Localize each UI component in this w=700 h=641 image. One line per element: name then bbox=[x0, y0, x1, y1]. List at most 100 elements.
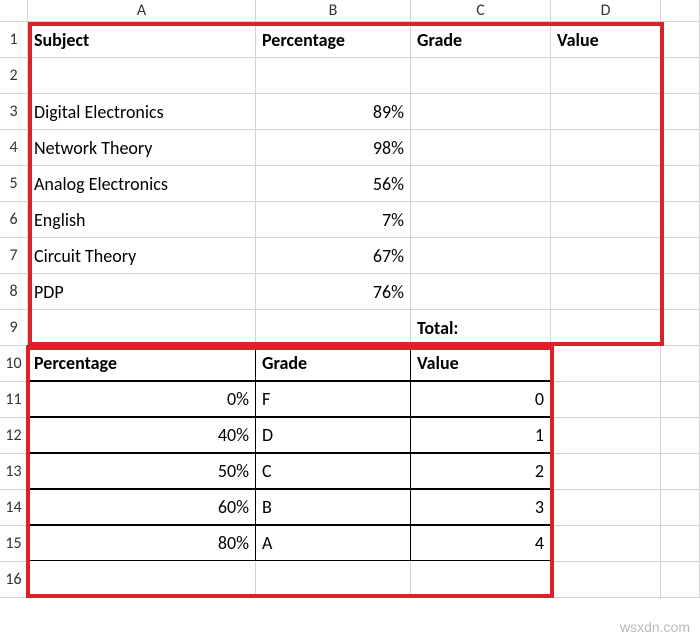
cell-c2[interactable] bbox=[411, 58, 551, 94]
cell-b8[interactable]: 76% bbox=[256, 274, 411, 310]
cell-c12[interactable]: 1 bbox=[410, 417, 551, 453]
cell-a5[interactable]: Analog Electronics bbox=[28, 166, 256, 202]
row-header-6[interactable]: 6 bbox=[0, 202, 28, 238]
cell-d14[interactable] bbox=[551, 490, 661, 526]
cell-d5[interactable] bbox=[551, 166, 661, 202]
row-header-15[interactable]: 15 bbox=[0, 526, 28, 562]
cell-d16[interactable] bbox=[551, 562, 661, 598]
cell-d4[interactable] bbox=[551, 130, 661, 166]
cell-b6[interactable]: 7% bbox=[256, 202, 411, 238]
cell-e12[interactable] bbox=[661, 418, 700, 454]
cell-e11[interactable] bbox=[661, 382, 700, 418]
cell-e13[interactable] bbox=[661, 454, 700, 490]
cell-c5[interactable] bbox=[411, 166, 551, 202]
cell-a2[interactable] bbox=[28, 58, 256, 94]
cell-a8[interactable]: PDP bbox=[28, 274, 256, 310]
cell-e5[interactable] bbox=[661, 166, 700, 202]
row-header-12[interactable]: 12 bbox=[0, 418, 28, 454]
cell-e4[interactable] bbox=[661, 130, 700, 166]
row-header-11[interactable]: 11 bbox=[0, 382, 28, 418]
cell-d15[interactable] bbox=[551, 526, 661, 562]
cell-d8[interactable] bbox=[551, 274, 661, 310]
cell-a6[interactable]: English bbox=[28, 202, 256, 238]
cell-c3[interactable] bbox=[411, 94, 551, 130]
row-header-8[interactable]: 8 bbox=[0, 274, 28, 310]
row-header-3[interactable]: 3 bbox=[0, 94, 28, 130]
cell-c15[interactable]: 4 bbox=[410, 525, 551, 561]
cell-b1[interactable]: Percentage bbox=[256, 22, 411, 58]
cell-d13[interactable] bbox=[551, 454, 661, 490]
cell-d12[interactable] bbox=[551, 418, 661, 454]
cell-c7[interactable] bbox=[411, 238, 551, 274]
cell-b10[interactable]: Grade bbox=[255, 345, 411, 381]
cell-a7[interactable]: Circuit Theory bbox=[28, 238, 256, 274]
cell-e8[interactable] bbox=[661, 274, 700, 310]
cell-b14[interactable]: B bbox=[255, 489, 411, 525]
row-header-4[interactable]: 4 bbox=[0, 130, 28, 166]
cell-b16[interactable] bbox=[256, 562, 411, 598]
col-header-b[interactable]: B bbox=[256, 0, 411, 22]
cell-e7[interactable] bbox=[661, 238, 700, 274]
cell-c8[interactable] bbox=[411, 274, 551, 310]
cell-b7[interactable]: 67% bbox=[256, 238, 411, 274]
cell-a15[interactable]: 80% bbox=[27, 525, 256, 561]
cell-a3[interactable]: Digital Electronics bbox=[28, 94, 256, 130]
col-header-d[interactable]: D bbox=[551, 0, 661, 22]
cell-b5[interactable]: 56% bbox=[256, 166, 411, 202]
cell-e1[interactable] bbox=[661, 22, 700, 58]
cell-a16[interactable] bbox=[28, 562, 256, 598]
cell-e15[interactable] bbox=[661, 526, 700, 562]
cell-c10[interactable]: Value bbox=[410, 345, 551, 381]
row-header-9[interactable]: 9 bbox=[0, 310, 28, 346]
cell-a9[interactable] bbox=[28, 310, 256, 346]
cell-b13[interactable]: C bbox=[255, 453, 411, 489]
cell-a4[interactable]: Network Theory bbox=[28, 130, 256, 166]
cell-b2[interactable] bbox=[256, 58, 411, 94]
row-header-16[interactable]: 16 bbox=[0, 562, 28, 598]
col-header-a[interactable]: A bbox=[28, 0, 256, 22]
cell-a10[interactable]: Percentage bbox=[27, 345, 256, 381]
cell-d7[interactable] bbox=[551, 238, 661, 274]
cell-d3[interactable] bbox=[551, 94, 661, 130]
cell-c1[interactable]: Grade bbox=[411, 22, 551, 58]
cell-c16[interactable] bbox=[411, 562, 551, 598]
cell-d1[interactable]: Value bbox=[551, 22, 661, 58]
cell-e14[interactable] bbox=[661, 490, 700, 526]
cell-e2[interactable] bbox=[661, 58, 700, 94]
cell-d6[interactable] bbox=[551, 202, 661, 238]
row-header-14[interactable]: 14 bbox=[0, 490, 28, 526]
cell-b4[interactable]: 98% bbox=[256, 130, 411, 166]
row-header-7[interactable]: 7 bbox=[0, 238, 28, 274]
cell-c13[interactable]: 2 bbox=[410, 453, 551, 489]
cell-c14[interactable]: 3 bbox=[410, 489, 551, 525]
cell-e9[interactable] bbox=[661, 310, 700, 346]
cell-b15[interactable]: A bbox=[255, 525, 411, 561]
cell-e16[interactable] bbox=[661, 562, 700, 598]
cell-a1[interactable]: Subject bbox=[28, 22, 256, 58]
row-header-2[interactable]: 2 bbox=[0, 58, 28, 94]
cell-b12[interactable]: D bbox=[255, 417, 411, 453]
cell-a11[interactable]: 0% bbox=[27, 381, 256, 417]
cell-a14[interactable]: 60% bbox=[27, 489, 256, 525]
row-header-13[interactable]: 13 bbox=[0, 454, 28, 490]
cell-e10[interactable] bbox=[661, 346, 700, 382]
cell-d2[interactable] bbox=[551, 58, 661, 94]
cell-b9[interactable] bbox=[256, 310, 411, 346]
row-header-5[interactable]: 5 bbox=[0, 166, 28, 202]
cell-b3[interactable]: 89% bbox=[256, 94, 411, 130]
cell-c4[interactable] bbox=[411, 130, 551, 166]
row-header-1[interactable]: 1 bbox=[0, 22, 28, 58]
cell-c9[interactable]: Total: bbox=[411, 310, 551, 346]
cell-c11[interactable]: 0 bbox=[410, 381, 551, 417]
cell-e3[interactable] bbox=[661, 94, 700, 130]
cell-d11[interactable] bbox=[551, 382, 661, 418]
cell-b11[interactable]: F bbox=[255, 381, 411, 417]
cell-a12[interactable]: 40% bbox=[27, 417, 256, 453]
cell-d10[interactable] bbox=[551, 346, 661, 382]
cell-e6[interactable] bbox=[661, 202, 700, 238]
cell-d9[interactable] bbox=[551, 310, 661, 346]
row-header-10[interactable]: 10 bbox=[0, 346, 28, 382]
cell-a13[interactable]: 50% bbox=[27, 453, 256, 489]
col-header-c[interactable]: C bbox=[411, 0, 551, 22]
cell-c6[interactable] bbox=[411, 202, 551, 238]
